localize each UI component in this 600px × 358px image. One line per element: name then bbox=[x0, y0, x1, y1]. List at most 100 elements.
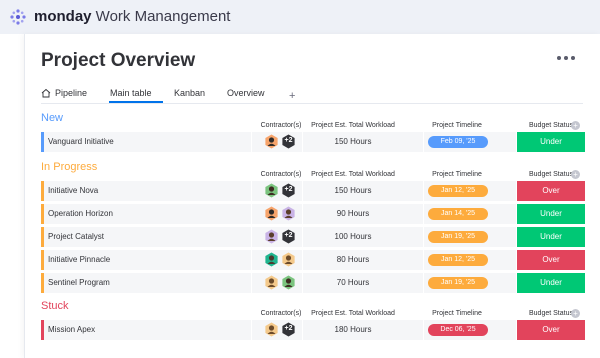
table-row[interactable]: Vanguard Initiative +2 150 Hours Feb 09, '2… bbox=[41, 132, 585, 152]
column-header-contractors: Contractor(s) bbox=[260, 310, 302, 317]
contractor-avatar[interactable] bbox=[281, 206, 296, 221]
add-column-button[interactable]: + bbox=[571, 121, 580, 130]
workload-hours[interactable]: 70 Hours bbox=[303, 278, 403, 287]
column-header-workload: Project Est. Total Workload bbox=[311, 171, 395, 178]
cell-separator bbox=[251, 181, 252, 201]
project-name[interactable]: Operation Horizon bbox=[48, 209, 113, 218]
contractor-avatar[interactable] bbox=[264, 252, 279, 267]
budget-status[interactable]: Over bbox=[517, 181, 585, 201]
budget-status[interactable]: Over bbox=[517, 250, 585, 270]
contractor-avatar[interactable] bbox=[264, 206, 279, 221]
home-icon bbox=[41, 88, 51, 98]
group-title-new[interactable]: New bbox=[41, 112, 63, 124]
app-brand: monday Work Manangement bbox=[34, 8, 230, 25]
contractor-avatars[interactable] bbox=[264, 275, 298, 291]
contractor-avatars[interactable]: +2 bbox=[264, 229, 296, 245]
column-header-contractors: Contractor(s) bbox=[260, 171, 302, 178]
project-name[interactable]: Sentinel Program bbox=[48, 278, 110, 287]
group-color-bar bbox=[41, 320, 44, 340]
more-contractors-label: +2 bbox=[284, 186, 293, 193]
timeline-pill[interactable]: Feb 09, '25 bbox=[428, 136, 488, 148]
workload-hours[interactable]: 150 Hours bbox=[303, 186, 403, 195]
timeline-pill[interactable]: Dec 06, '25 bbox=[428, 324, 488, 336]
brand-name-bold: monday bbox=[34, 8, 92, 25]
cell-separator bbox=[423, 204, 424, 224]
timeline-pill[interactable]: Jan 19, '25 bbox=[428, 277, 488, 289]
cell-separator bbox=[423, 250, 424, 270]
timeline-pill[interactable]: Jan 14, '25 bbox=[428, 208, 488, 220]
group-color-bar bbox=[41, 204, 44, 224]
contractor-avatar[interactable] bbox=[264, 275, 279, 290]
group-title-stuck[interactable]: Stuck bbox=[41, 300, 69, 312]
cell-separator bbox=[423, 181, 424, 201]
contractor-avatar[interactable] bbox=[264, 134, 279, 149]
budget-status[interactable]: Under bbox=[517, 204, 585, 224]
table-row[interactable]: Operation Horizon 90 Hours Jan 14, '25 Unde… bbox=[41, 204, 585, 224]
timeline-pill[interactable]: Jan 12, '25 bbox=[428, 254, 488, 266]
cell-separator bbox=[251, 227, 252, 247]
timeline-pill[interactable]: Jan 19, '25 bbox=[428, 231, 488, 243]
project-name[interactable]: Vanguard Initiative bbox=[48, 137, 114, 146]
contractor-avatar[interactable] bbox=[281, 275, 296, 290]
more-options-icon[interactable] bbox=[557, 56, 575, 60]
add-column-button[interactable]: + bbox=[571, 309, 580, 318]
tab-overview-label: Overview bbox=[227, 88, 265, 98]
table-row[interactable]: Mission Apex +2 180 Hours Dec 06, '25 Over bbox=[41, 320, 585, 340]
table-row[interactable]: Initiative Pinnacle 80 Hours Jan 12, '25 Ov… bbox=[41, 250, 585, 270]
board-card: Project Overview Pipeline Main table Kan… bbox=[24, 34, 600, 358]
budget-status[interactable]: Under bbox=[517, 273, 585, 293]
page-title: Project Overview bbox=[41, 50, 196, 71]
column-header-timeline: Project Timeline bbox=[432, 171, 482, 178]
tab-main-table[interactable]: Main table bbox=[110, 84, 152, 102]
cell-separator bbox=[251, 204, 252, 224]
add-column-button[interactable]: + bbox=[571, 170, 580, 179]
workload-hours[interactable]: 150 Hours bbox=[303, 137, 403, 146]
workload-hours[interactable]: 90 Hours bbox=[303, 209, 403, 218]
workload-hours[interactable]: 100 Hours bbox=[303, 232, 403, 241]
contractor-avatar[interactable] bbox=[264, 229, 279, 244]
budget-status[interactable]: Under bbox=[517, 132, 585, 152]
project-name[interactable]: Initiative Nova bbox=[48, 186, 98, 195]
more-contractors-count[interactable]: +2 bbox=[281, 134, 296, 149]
project-name[interactable]: Initiative Pinnacle bbox=[48, 255, 110, 264]
contractor-avatars[interactable]: +2 bbox=[264, 322, 296, 338]
workload-hours[interactable]: 80 Hours bbox=[303, 255, 403, 264]
cell-separator bbox=[423, 227, 424, 247]
column-header-timeline: Project Timeline bbox=[432, 310, 482, 317]
cell-separator bbox=[423, 320, 424, 340]
project-name[interactable]: Project Catalyst bbox=[48, 232, 104, 241]
column-header-workload: Project Est. Total Workload bbox=[311, 310, 395, 317]
contractor-avatars[interactable] bbox=[264, 252, 298, 268]
tab-pipeline-label: Pipeline bbox=[55, 88, 88, 98]
cell-separator bbox=[423, 273, 424, 293]
column-header-workload: Project Est. Total Workload bbox=[311, 122, 395, 129]
column-header-timeline: Project Timeline bbox=[432, 122, 482, 129]
tab-pipeline[interactable]: Pipeline bbox=[41, 84, 87, 102]
table-row[interactable]: Project Catalyst +2 100 Hours Jan 19, '25 Un… bbox=[41, 227, 585, 247]
contractor-avatars[interactable]: +2 bbox=[264, 183, 296, 199]
project-name[interactable]: Mission Apex bbox=[48, 325, 95, 334]
tab-overview[interactable]: Overview bbox=[227, 84, 265, 102]
contractor-avatars[interactable] bbox=[264, 206, 298, 222]
tab-kanban[interactable]: Kanban bbox=[174, 84, 205, 102]
brand-name-rest: Work Manangement bbox=[91, 8, 231, 25]
table-row[interactable]: Sentinel Program 70 Hours Jan 19, '25 Under bbox=[41, 273, 585, 293]
contractor-avatar[interactable] bbox=[281, 252, 296, 267]
contractor-avatar[interactable] bbox=[264, 183, 279, 198]
more-contractors-count[interactable]: +2 bbox=[281, 183, 296, 198]
group-title-in-progress[interactable]: In Progress bbox=[41, 161, 97, 173]
timeline-pill[interactable]: Jan 12, '25 bbox=[428, 185, 488, 197]
group-color-bar bbox=[41, 250, 44, 270]
group-color-bar bbox=[41, 273, 44, 293]
budget-status[interactable]: Under bbox=[517, 227, 585, 247]
contractor-avatars[interactable]: +2 bbox=[264, 134, 296, 150]
contractor-avatar[interactable] bbox=[264, 322, 279, 337]
budget-status[interactable]: Over bbox=[517, 320, 585, 340]
more-contractors-count[interactable]: +2 bbox=[281, 322, 296, 337]
monday-logo-icon bbox=[10, 9, 26, 25]
workload-hours[interactable]: 180 Hours bbox=[303, 325, 403, 334]
table-row[interactable]: Initiative Nova +2 150 Hours Jan 12, '25 Ove… bbox=[41, 181, 585, 201]
more-contractors-label: +2 bbox=[284, 325, 293, 332]
more-contractors-count[interactable]: +2 bbox=[281, 229, 296, 244]
group-color-bar bbox=[41, 181, 44, 201]
